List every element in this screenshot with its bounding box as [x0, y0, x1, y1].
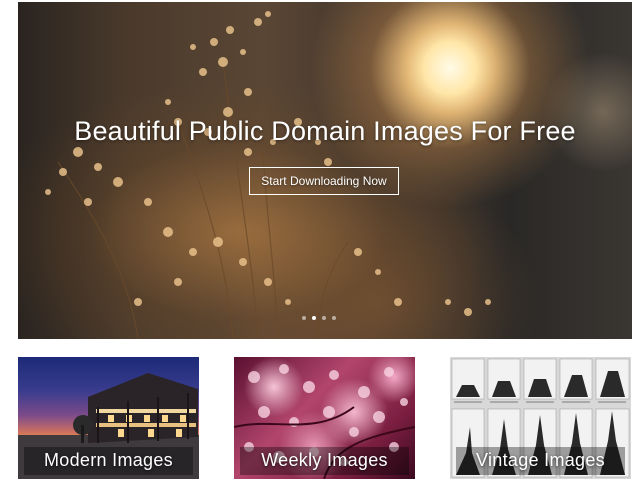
- category-label[interactable]: Vintage Images: [450, 450, 631, 471]
- slider-dot[interactable]: [322, 316, 326, 320]
- hero-slider: Beautiful Public Domain Images For Free …: [18, 2, 632, 339]
- category-tile-modern[interactable]: Modern Images: [18, 357, 199, 479]
- category-tile-vintage[interactable]: Vintage Images: [450, 357, 631, 479]
- category-tile-weekly[interactable]: Weekly Images: [234, 357, 415, 479]
- slider-dot[interactable]: [302, 316, 306, 320]
- category-label[interactable]: Modern Images: [18, 450, 199, 471]
- slider-dots: [302, 316, 336, 320]
- slider-dot[interactable]: [332, 316, 336, 320]
- start-downloading-button[interactable]: Start Downloading Now: [249, 167, 399, 195]
- category-label[interactable]: Weekly Images: [234, 450, 415, 471]
- slider-dot-active[interactable]: [312, 316, 316, 320]
- hero-title: Beautiful Public Domain Images For Free: [74, 116, 576, 146]
